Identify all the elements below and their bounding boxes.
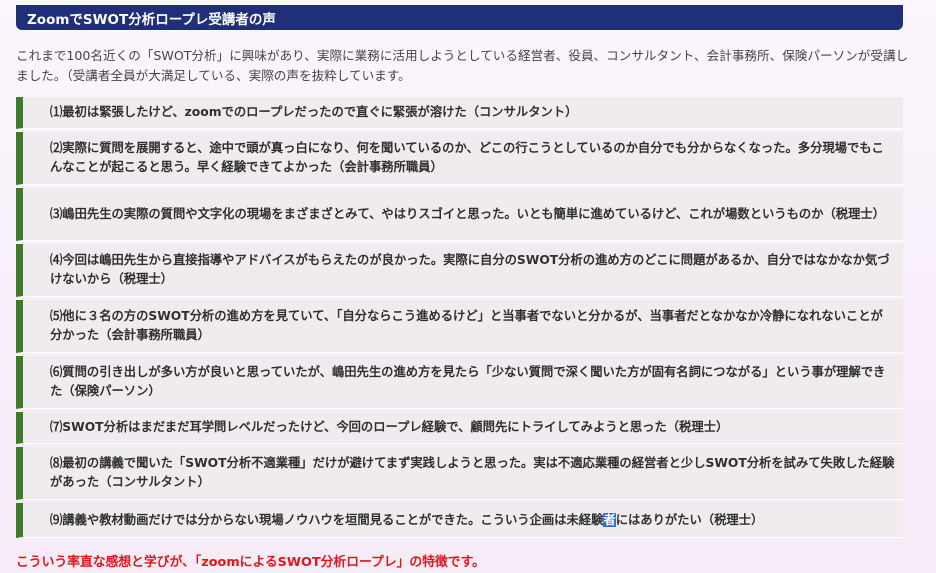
review-item-7: ⑺SWOT分析はまだまだ耳学問レベルだったけど、今回のロープレ経験で、顧問先にト… xyxy=(16,412,903,444)
intro-paragraph: これまで100名近くの「SWOT分析」に興味があり、実際に業務に活用しようとして… xyxy=(16,48,909,83)
review-item-2: ⑵実際に質問を展開すると、途中で頭が真っ白になり、何を聞いているのか、どこの行こ… xyxy=(16,132,903,185)
selected-text[interactable]: 者 xyxy=(603,512,616,527)
review-text: ⑻最初の講義で聞いた「SWOT分析不適業種」だけが避けてまず実践しようと思った。… xyxy=(50,456,895,489)
review-text-before: ⑼講義や教材動画だけでは分からない現場ノウハウを垣間見ることができた。こういう企… xyxy=(50,512,604,527)
review-text: ⑸他に３名の方のSWOT分析の進め方を見ていて、「自分ならこう進めるけど」と当事… xyxy=(50,309,883,342)
review-item-9: ⑼講義や教材動画だけでは分からない現場ノウハウを垣間見ることができた。こういう企… xyxy=(16,503,903,538)
section-title: ZoomでSWOT分析ロープレ受講者の声 xyxy=(27,11,276,28)
section-header: ZoomでSWOT分析ロープレ受講者の声 xyxy=(16,5,903,30)
review-item-6: ⑹質問の引き出しが多い方が良いと思っていたが、嶋田先生の進め方を見たら「少ない質… xyxy=(16,356,903,409)
review-text-after: にはありがたい（税理士） xyxy=(615,512,764,527)
review-text: ⑺SWOT分析はまだまだ耳学問レベルだったけど、今回のロープレ経験で、顧問先にト… xyxy=(50,420,729,434)
review-item-1: ⑴最初は緊張したけど、zoomでのロープレだったので直ぐに緊張が溶けた（コンサル… xyxy=(16,97,903,129)
review-text: ⑷今回は嶋田先生から直接指導やアドバイスがもらえたのが良かった。実際に自分のSW… xyxy=(50,253,890,286)
closing-statement: こういう率直な感想と学びが、「zoomによるSWOT分析ロープレ」の特徴です。 xyxy=(16,555,485,570)
review-text: ⑹質問の引き出しが多い方が良いと思っていたが、嶋田先生の進め方を見たら「少ない質… xyxy=(50,365,886,398)
review-list: ⑴最初は緊張したけど、zoomでのロープレだったので直ぐに緊張が溶けた（コンサル… xyxy=(16,97,903,541)
review-item-4: ⑷今回は嶋田先生から直接指導やアドバイスがもらえたのが良かった。実際に自分のSW… xyxy=(16,244,903,297)
review-item-5: ⑸他に３名の方のSWOT分析の進め方を見ていて、「自分ならこう進めるけど」と当事… xyxy=(16,300,903,353)
review-text: ⑵実際に質問を展開すると、途中で頭が真っ白になり、何を聞いているのか、どこの行こ… xyxy=(50,141,884,174)
review-text: ⑶嶋田先生の実際の質問や文字化の現場をまざまざとみて、やはりスゴイと思った。いと… xyxy=(50,206,885,221)
review-text: ⑴最初は緊張したけど、zoomでのロープレだったので直ぐに緊張が溶けた（コンサル… xyxy=(50,105,578,119)
review-text: ⑼講義や教材動画だけでは分からない現場ノウハウを垣間見ることができた。こういう企… xyxy=(50,511,763,530)
review-item-8: ⑻最初の講義で聞いた「SWOT分析不適業種」だけが避けてまず実践しようと思った。… xyxy=(16,447,903,500)
review-item-3: ⑶嶋田先生の実際の質問や文字化の現場をまざまざとみて、やはりスゴイと思った。いと… xyxy=(16,188,903,241)
